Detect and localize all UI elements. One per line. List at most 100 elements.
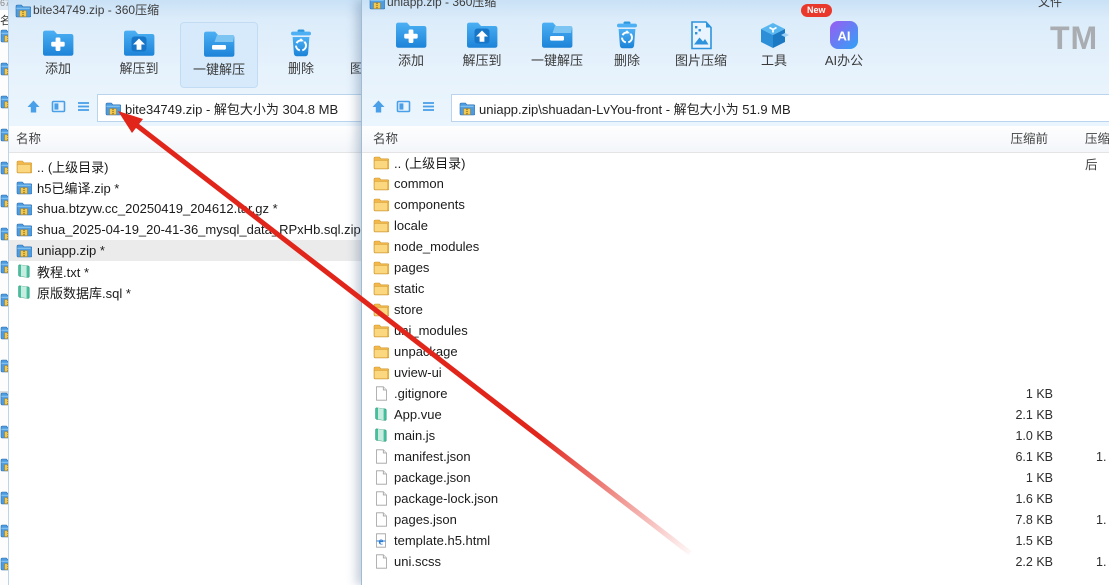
file-menu[interactable]: 文件 <box>1038 0 1062 10</box>
up-level-icon[interactable] <box>26 99 41 114</box>
file-name: node_modules <box>394 239 479 254</box>
file-row[interactable]: etemplate.h5.html1.5 KB <box>362 530 1109 551</box>
preview-pane-icon[interactable] <box>396 99 411 114</box>
file-name: pages <box>394 260 429 275</box>
delete-label: 删除 <box>589 53 665 68</box>
file-name: h5已编译.zip * <box>37 178 119 197</box>
add-button[interactable]: 添加 <box>373 14 449 78</box>
up-level-icon[interactable] <box>371 99 386 114</box>
archive-path-text: uniapp.zip\shuadan-LvYou-front - 解包大小为 5… <box>479 99 791 118</box>
size-before: 1.5 KB <box>902 534 1053 548</box>
one-click-extract-button[interactable]: 一键解压 <box>519 14 595 78</box>
image-compress-button[interactable]: 图片压缩 <box>663 14 739 78</box>
file-row[interactable]: 原版数据库.sql * <box>9 282 362 303</box>
file-row[interactable]: static <box>362 278 1109 299</box>
file-name: locale <box>394 218 428 233</box>
note-icon <box>373 407 389 422</box>
extract-to-button[interactable]: 解压到 <box>444 14 520 78</box>
file-name: uni_modules <box>394 323 468 338</box>
file-name: uni.scss <box>394 554 441 569</box>
file-row[interactable]: .. (上级目录) <box>9 156 362 177</box>
zip-icon <box>16 222 32 237</box>
column-before-compress[interactable]: 压缩前 <box>902 126 1048 152</box>
background-zip-icon <box>0 490 8 503</box>
size-after: 1. <box>1096 450 1106 464</box>
tm-watermark: TM <box>1050 20 1098 57</box>
archive-path-text: bite34749.zip - 解包大小为 304.8 MB <box>125 99 338 118</box>
file-name: package-lock.json <box>394 491 498 506</box>
folder-icon <box>373 260 389 275</box>
file-row[interactable]: node_modules <box>362 236 1109 257</box>
column-name[interactable]: 名称 <box>9 132 41 146</box>
image-compress-button-partial[interactable]: 图片压缩 <box>338 22 362 86</box>
extract-to-label: 解压到 <box>444 53 520 68</box>
ai-office-button[interactable]: AI AI办公 <box>806 14 882 78</box>
html-icon: e <box>373 533 389 548</box>
file-row[interactable]: pages <box>362 257 1109 278</box>
file-row[interactable]: uni.scss2.2 KB1. <box>362 551 1109 572</box>
zip-file-icon <box>369 0 383 8</box>
background-zip-icon <box>0 226 8 239</box>
zip-file-icon <box>459 101 474 115</box>
note-icon <box>373 428 389 443</box>
one-click-extract-label: 一键解压 <box>519 53 595 68</box>
preview-pane-icon[interactable] <box>51 99 66 114</box>
file-row[interactable]: .. (上级目录) <box>362 152 1109 173</box>
file-row[interactable]: components <box>362 194 1109 215</box>
list-view-icon[interactable] <box>76 99 91 114</box>
file-row[interactable]: package.json1 KB <box>362 467 1109 488</box>
background-zip-icon <box>0 556 8 569</box>
file-name: 教程.txt * <box>37 262 89 281</box>
file-row[interactable]: store <box>362 299 1109 320</box>
file-name: manifest.json <box>394 449 471 464</box>
column-name[interactable]: 名称 <box>362 132 398 146</box>
file-row[interactable]: uview-ui <box>362 362 1109 383</box>
extract-to-label: 解压到 <box>101 61 177 76</box>
file-row[interactable]: common <box>362 173 1109 194</box>
file-row[interactable]: package-lock.json1.6 KB <box>362 488 1109 509</box>
file-row[interactable]: pages.json7.8 KB1. <box>362 509 1109 530</box>
file-row[interactable]: manifest.json6.1 KB1. <box>362 446 1109 467</box>
doc-icon <box>373 386 389 401</box>
file-row[interactable]: .gitignore1 KB <box>362 383 1109 404</box>
folder-icon <box>373 281 389 296</box>
file-row[interactable]: uniapp.zip * <box>9 240 362 261</box>
file-row[interactable]: App.vue2.1 KB <box>362 404 1109 425</box>
tools-button[interactable]: 工具 <box>736 14 812 78</box>
size-after: 1. <box>1096 513 1106 527</box>
new-badge: New <box>801 4 832 17</box>
extract-to-button[interactable]: 解压到 <box>101 22 177 86</box>
file-row[interactable]: locale <box>362 215 1109 236</box>
one-click-extract-button[interactable]: 一键解压 <box>180 22 258 88</box>
file-row[interactable]: unpackage <box>362 341 1109 362</box>
add-label: 添加 <box>373 53 449 68</box>
file-row[interactable]: main.js1.0 KB <box>362 425 1109 446</box>
doc-icon <box>373 449 389 464</box>
archive-path-field[interactable]: uniapp.zip\shuadan-LvYou-front - 解包大小为 5… <box>451 94 1109 122</box>
folder-icon <box>16 159 32 174</box>
file-row[interactable]: uni_modules <box>362 320 1109 341</box>
left-titlebar[interactable]: bite34749.zip - 360压缩 <box>9 0 362 18</box>
list-header[interactable]: 名称 <box>9 126 362 153</box>
file-row[interactable]: shua.btzyw.cc_20250419_204612.tar.gz * <box>9 198 362 219</box>
archive-path-field[interactable]: bite34749.zip - 解包大小为 304.8 MB <box>97 94 362 122</box>
file-row[interactable]: h5已编译.zip * <box>9 177 362 198</box>
delete-button[interactable]: 删除 <box>263 22 339 86</box>
file-name: App.vue <box>394 407 442 422</box>
size-before: 1.0 KB <box>902 429 1053 443</box>
image-compress-icon <box>683 19 719 52</box>
list-header[interactable]: 名称 压缩前 压缩后 <box>362 126 1109 153</box>
folder-icon <box>373 155 389 170</box>
file-list: 名称 压缩前 压缩后 .. (上级目录)commoncomponents loca… <box>362 126 1109 585</box>
add-button[interactable]: 添加 <box>20 22 96 86</box>
right-titlebar[interactable]: uniapp.zip - 360压缩 文件 <box>362 0 1109 10</box>
file-row[interactable]: shua_2025-04-19_20-41-36_mysql_data_RPxH… <box>9 219 362 240</box>
list-view-icon[interactable] <box>421 99 436 114</box>
ai-office-icon: AI <box>826 19 862 52</box>
background-zip-icon <box>0 193 8 206</box>
doc-icon <box>373 554 389 569</box>
delete-button[interactable]: 删除 <box>589 14 665 78</box>
background-zip-icon <box>0 94 8 107</box>
file-name: store <box>394 302 423 317</box>
file-row[interactable]: 教程.txt * <box>9 261 362 282</box>
